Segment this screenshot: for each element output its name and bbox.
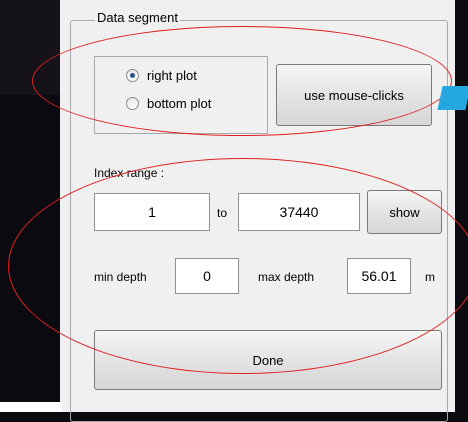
annotation-ellipse-bottom — [8, 158, 468, 374]
annotation-arrow-marker — [437, 86, 468, 110]
background-right — [455, 0, 468, 412]
annotation-ellipse-top — [32, 26, 452, 136]
data-segment-title: Data segment — [95, 10, 180, 25]
background-bottom-strip — [0, 402, 62, 412]
